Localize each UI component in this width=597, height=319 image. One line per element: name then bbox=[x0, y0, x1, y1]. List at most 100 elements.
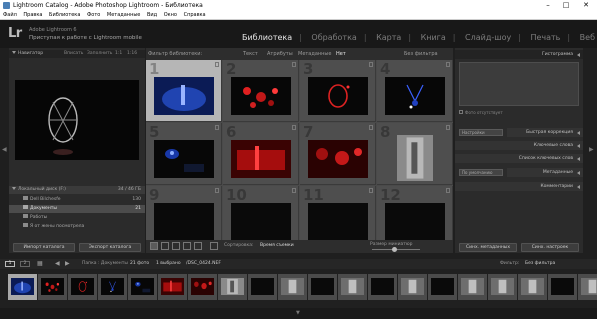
menu-item-metadata[interactable]: Метаданные bbox=[107, 12, 140, 18]
folder-item[interactable]: Dell Bilchesfe 130 bbox=[9, 196, 145, 204]
module-print[interactable]: Печать bbox=[530, 33, 560, 42]
filmstrip-thumb[interactable] bbox=[218, 274, 247, 300]
filmstrip-thumb[interactable] bbox=[68, 274, 97, 300]
filmstrip-thumb[interactable] bbox=[158, 274, 187, 300]
menu-item-view[interactable]: Вид bbox=[147, 12, 157, 18]
thumb-size-handle[interactable] bbox=[392, 247, 397, 252]
grid-cell[interactable]: 5 bbox=[146, 123, 222, 185]
grid-icon[interactable]: ▦ bbox=[37, 259, 43, 269]
filmstrip-thumb-selected[interactable] bbox=[8, 274, 37, 300]
close-icon[interactable]: ✕ bbox=[579, 0, 593, 11]
zoom-fit[interactable]: Вписать bbox=[64, 50, 83, 58]
filmstrip-thumb[interactable] bbox=[248, 274, 277, 300]
filter-tab-metadata[interactable]: Метаданные bbox=[298, 48, 331, 60]
keyword-list-header[interactable]: Список ключевых слов bbox=[455, 154, 583, 163]
menu-item-photo[interactable]: Фото bbox=[87, 12, 100, 18]
loupe-view-icon[interactable] bbox=[161, 242, 169, 250]
filmstrip-thumb[interactable] bbox=[38, 274, 67, 300]
bottom-panel-toggle-icon[interactable]: ▼ bbox=[296, 310, 300, 316]
filmstrip-thumb[interactable] bbox=[98, 274, 127, 300]
painter-icon[interactable] bbox=[210, 242, 218, 250]
menu-item-help[interactable]: Справка bbox=[184, 12, 206, 18]
filmstrip-thumb[interactable] bbox=[308, 274, 337, 300]
grid-cell[interactable]: 6 bbox=[223, 123, 299, 185]
back-arrow-icon[interactable]: ◀ bbox=[55, 259, 60, 269]
grid-cell[interactable]: 3 bbox=[300, 60, 376, 122]
compare-view-icon[interactable] bbox=[172, 242, 180, 250]
sync-settings-button[interactable]: Синх. настроек bbox=[521, 243, 579, 252]
forward-arrow-icon[interactable]: ▶ bbox=[65, 259, 70, 269]
filter-tab-none[interactable]: Нет bbox=[336, 48, 346, 60]
comments-header[interactable]: Комментарии bbox=[455, 182, 583, 191]
module-book[interactable]: Книга bbox=[421, 33, 446, 42]
filter-tab-text[interactable]: Текст bbox=[243, 48, 258, 60]
grid-cell[interactable]: 10 bbox=[223, 186, 299, 248]
filmstrip-thumb[interactable] bbox=[548, 274, 577, 300]
navigator-preview[interactable] bbox=[15, 80, 139, 160]
metadata-preset-select[interactable]: По умолчанию bbox=[459, 169, 503, 176]
people-view-icon[interactable] bbox=[194, 242, 202, 250]
filter-preset[interactable]: Без фильтра bbox=[404, 48, 438, 60]
module-map[interactable]: Карта bbox=[376, 33, 401, 42]
survey-view-icon[interactable] bbox=[183, 242, 191, 250]
page-1[interactable]: 1 bbox=[5, 261, 15, 267]
zoom-fill[interactable]: Заполнить bbox=[87, 50, 112, 58]
sync-metadata-button[interactable]: Синх. метаданных bbox=[459, 243, 517, 252]
page-2[interactable]: 2 bbox=[20, 261, 30, 267]
grid-view-icon[interactable] bbox=[150, 242, 158, 250]
filter-tab-attribute[interactable]: Атрибуты bbox=[267, 48, 293, 60]
grid-cell[interactable]: 8 bbox=[377, 123, 453, 185]
filmstrip-thumb[interactable] bbox=[398, 274, 427, 300]
module-develop[interactable]: Обработка bbox=[311, 33, 356, 42]
grid-cell[interactable]: 7 bbox=[300, 123, 376, 185]
module-slideshow[interactable]: Слайд-шоу bbox=[465, 33, 511, 42]
module-web[interactable]: Веб bbox=[580, 33, 595, 42]
filename: /DSC_0424.NEF bbox=[186, 261, 221, 266]
metadata-header[interactable]: Метаданные bbox=[507, 168, 583, 177]
navigator-header[interactable]: Навигатор Вписать Заполнить 1:1 1:16 bbox=[9, 50, 145, 58]
thumbnail bbox=[385, 77, 445, 115]
grid-cell[interactable]: 9 bbox=[146, 186, 222, 248]
folder-item-selected[interactable]: Документы 21 bbox=[9, 205, 145, 213]
grid-cell[interactable]: 11 bbox=[300, 186, 376, 248]
minimize-icon[interactable]: – bbox=[541, 0, 555, 11]
filmstrip-thumb[interactable] bbox=[488, 274, 517, 300]
filmstrip-thumb[interactable] bbox=[368, 274, 397, 300]
original-photo-checkbox[interactable]: Фото отсутствует bbox=[459, 110, 503, 115]
preset-select[interactable]: Настройки bbox=[459, 129, 503, 136]
filmstrip-thumb[interactable] bbox=[278, 274, 307, 300]
menu-item-window[interactable]: Окно bbox=[164, 12, 177, 18]
right-panel-toggle-icon[interactable]: ▶ bbox=[589, 146, 594, 153]
zoom-1-1[interactable]: 1:1 bbox=[115, 50, 122, 58]
filmstrip-thumb[interactable] bbox=[578, 274, 597, 300]
zoom-1-16[interactable]: 1:16 bbox=[127, 50, 137, 58]
folder-item[interactable]: Я от жены посмотрела bbox=[9, 223, 145, 231]
filmstrip-thumb[interactable] bbox=[518, 274, 547, 300]
grid-cell[interactable]: 12 bbox=[377, 186, 453, 248]
grid-cell[interactable]: 2 bbox=[223, 60, 299, 122]
export-button[interactable]: Экспорт каталога bbox=[79, 243, 141, 252]
filmstrip-thumb[interactable] bbox=[128, 274, 157, 300]
histogram-header[interactable]: Гистограмма bbox=[455, 50, 583, 59]
left-panel-toggle-icon[interactable]: ◀ bbox=[2, 146, 7, 153]
menu-item-library[interactable]: Библиотека bbox=[49, 12, 80, 18]
filmstrip-thumb[interactable] bbox=[338, 274, 367, 300]
menu-item-file[interactable]: Файл bbox=[3, 12, 17, 18]
grid-cell-selected[interactable]: 1 bbox=[146, 60, 222, 122]
catalog-volume-row[interactable]: Локальный диск (F:) 34 / 46 ГБ bbox=[9, 186, 145, 194]
filmstrip-filter-select[interactable]: Без фильтра bbox=[525, 259, 555, 269]
identity-line2[interactable]: Приступая к работе с Lightroom mobile bbox=[29, 35, 142, 41]
filmstrip-thumb[interactable] bbox=[458, 274, 487, 300]
menu-item-edit[interactable]: Правка bbox=[23, 12, 42, 18]
import-button[interactable]: Импорт каталога bbox=[13, 243, 75, 252]
grid-cell[interactable]: 4 bbox=[377, 60, 453, 122]
filmstrip-thumb[interactable] bbox=[188, 274, 217, 300]
quick-develop-header[interactable]: Быстрая коррекция bbox=[507, 128, 583, 137]
keywording-header[interactable]: Ключевые слова bbox=[455, 141, 583, 150]
sort-select[interactable]: Время съемки bbox=[260, 243, 294, 248]
filmstrip-thumb[interactable] bbox=[428, 274, 457, 300]
module-library[interactable]: Библиотека bbox=[242, 33, 292, 42]
source-path[interactable]: Папка : Документы bbox=[82, 259, 128, 269]
folder-item[interactable]: Работы bbox=[9, 214, 145, 222]
maximize-icon[interactable]: □ bbox=[559, 0, 573, 11]
